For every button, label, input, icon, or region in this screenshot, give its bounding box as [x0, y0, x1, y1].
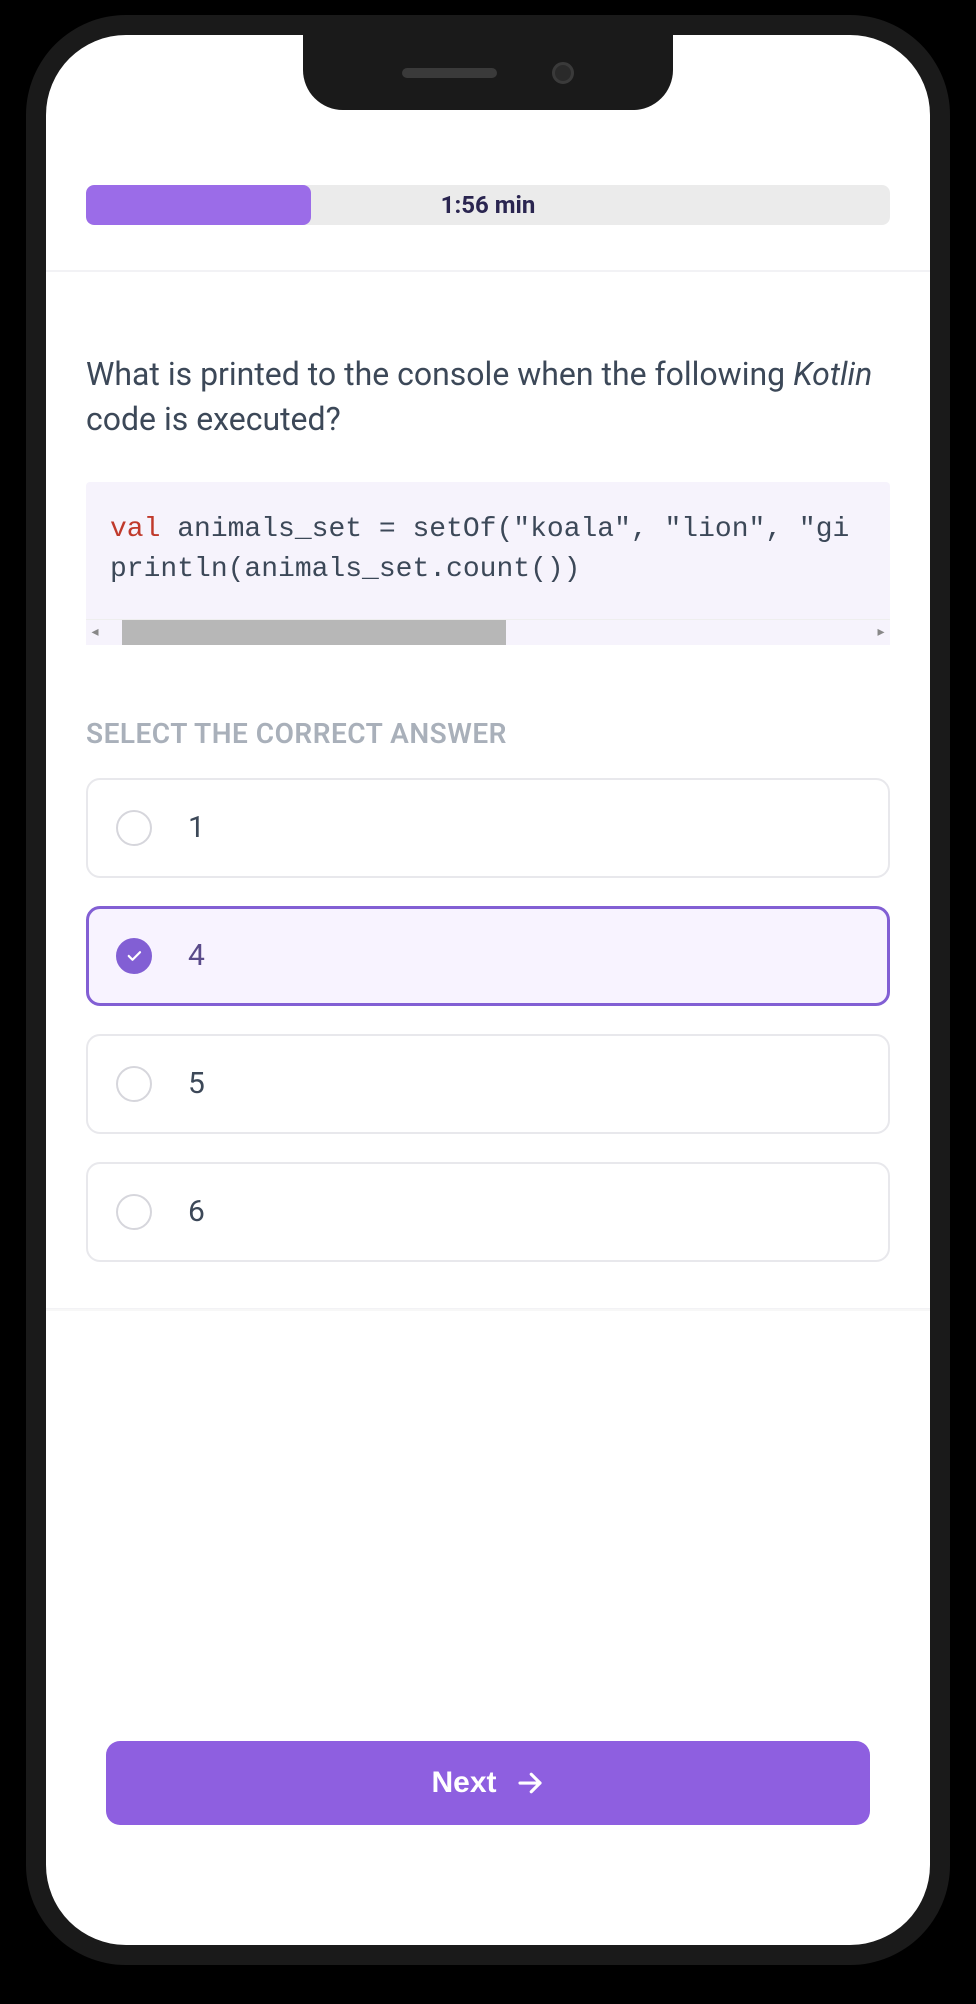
- scroll-left-icon[interactable]: ◂: [86, 620, 104, 645]
- code-content: val animals_set = setOf("koala", "lion",…: [86, 482, 890, 619]
- question-card: What is printed to the console when the …: [46, 352, 930, 1309]
- option-label: 5: [188, 1066, 205, 1101]
- header-divider: [46, 270, 930, 272]
- arrow-right-icon: [515, 1768, 545, 1798]
- option-3[interactable]: 5: [86, 1034, 890, 1134]
- code-keyword: val: [110, 514, 160, 545]
- notch-speaker: [402, 68, 497, 78]
- option-2[interactable]: 4: [86, 906, 890, 1006]
- code-scrollbar[interactable]: ◂ ▸: [86, 619, 890, 645]
- radio-icon: [116, 810, 152, 846]
- scroll-thumb[interactable]: [122, 620, 506, 645]
- option-1[interactable]: 1: [86, 778, 890, 878]
- phone-screen: 1:56 min What is printed to the console …: [46, 35, 930, 1945]
- next-button[interactable]: Next: [106, 1741, 870, 1825]
- phone-notch: [303, 35, 673, 110]
- timer-progress-fill: [86, 185, 311, 225]
- radio-checked-icon: [116, 938, 152, 974]
- notch-camera: [552, 62, 574, 84]
- radio-icon: [116, 1194, 152, 1230]
- radio-icon: [116, 1066, 152, 1102]
- question-text: What is printed to the console when the …: [86, 352, 890, 442]
- question-prefix: What is printed to the console when the …: [86, 355, 793, 393]
- option-label: 6: [188, 1194, 205, 1229]
- scroll-right-icon[interactable]: ▸: [872, 620, 890, 645]
- scroll-track[interactable]: [104, 620, 872, 645]
- code-line1-rest: animals_set = setOf("koala", "lion", "gi: [160, 514, 849, 545]
- options-list: 1 4 5: [86, 778, 890, 1262]
- next-button-label: Next: [431, 1766, 496, 1800]
- instruction-heading: SELECT THE CORRECT ANSWER: [86, 717, 890, 750]
- option-4[interactable]: 6: [86, 1162, 890, 1262]
- timer-progress: 1:56 min: [86, 185, 890, 225]
- timer-text: 1:56 min: [441, 191, 536, 219]
- code-block: val animals_set = setOf("koala", "lion",…: [86, 482, 890, 645]
- screen-content: 1:56 min What is printed to the console …: [46, 35, 930, 1945]
- question-suffix: code is executed?: [86, 400, 341, 438]
- option-label: 1: [188, 810, 205, 845]
- phone-frame: 1:56 min What is printed to the console …: [26, 15, 950, 1965]
- option-label: 4: [188, 938, 205, 973]
- code-line2: println(animals_set.count()): [110, 550, 866, 591]
- question-lang: Kotlin: [793, 355, 872, 393]
